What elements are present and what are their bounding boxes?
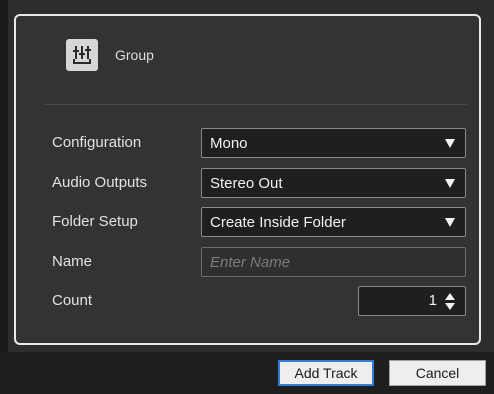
audio-outputs-label: Audio Outputs [52,174,148,191]
group-track-icon [66,39,98,71]
configuration-dropdown[interactable]: Mono [201,128,466,158]
add-track-dialog: Group Configuration Mono Audio Outputs S… [0,0,494,394]
folder-setup-dropdown[interactable]: Create Inside Folder [201,207,466,237]
audio-outputs-dropdown[interactable]: Stereo Out [201,168,466,198]
left-edge-strip [0,0,8,394]
stepper-up-icon[interactable] [445,293,455,300]
track-type-header: Group [66,38,154,72]
chevron-down-icon [445,179,455,188]
audio-outputs-value: Stereo Out [210,174,283,192]
chevron-down-icon [445,218,455,227]
header-divider [44,104,467,105]
stepper-down-icon[interactable] [445,303,455,310]
name-input[interactable] [201,247,466,277]
name-label: Name [52,253,93,270]
cancel-button[interactable]: Cancel [389,360,486,386]
stepper-arrows-icon[interactable] [445,293,455,311]
folder-setup-value: Create Inside Folder [210,213,346,231]
count-value: 1 [428,292,437,309]
configuration-value: Mono [210,134,248,152]
folder-setup-label: Folder Setup [52,213,138,230]
count-label: Count [52,292,93,309]
chevron-down-icon [445,139,455,148]
track-type-label: Group [115,47,154,63]
configuration-label: Configuration [52,134,142,151]
count-stepper[interactable]: 1 [358,286,466,316]
add-track-button[interactable]: Add Track [278,360,374,386]
